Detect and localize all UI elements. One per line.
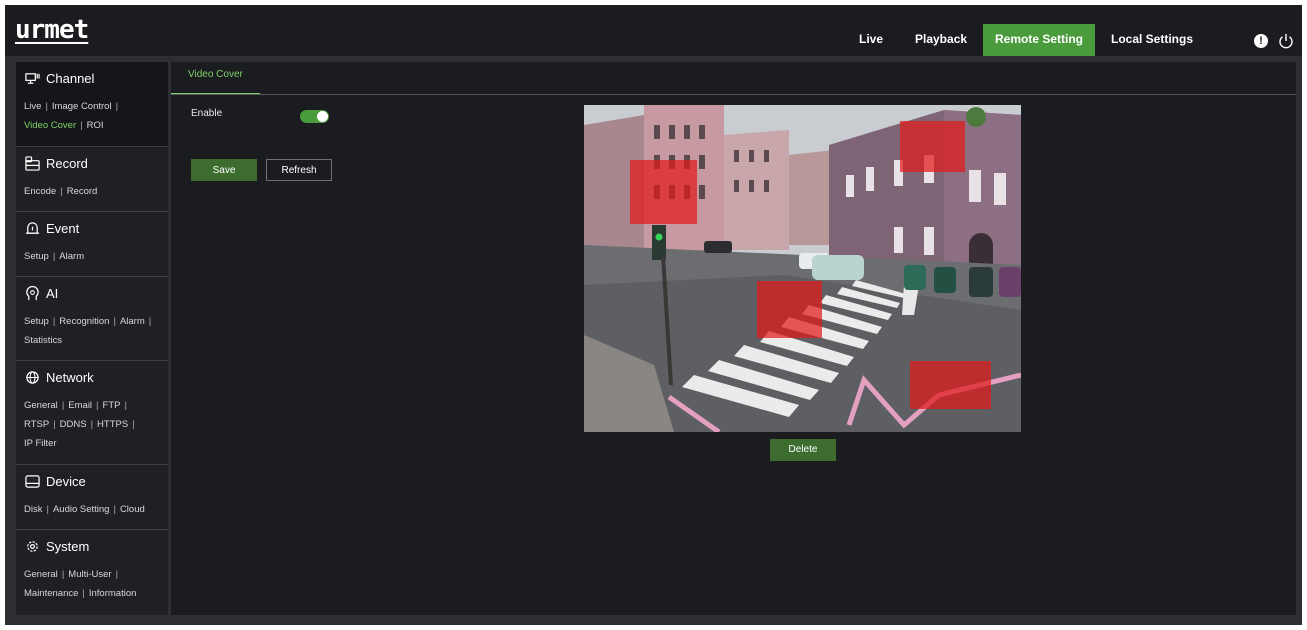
sidebar-links-device: Disk | Audio Setting | Cloud bbox=[24, 504, 145, 515]
system-gear-icon bbox=[27, 541, 38, 552]
link-net-email[interactable]: Email bbox=[68, 400, 92, 411]
link-roi[interactable]: ROI bbox=[87, 120, 104, 131]
network-globe-icon bbox=[26, 371, 39, 384]
link-ai-statistics[interactable]: Statistics bbox=[24, 335, 62, 346]
app-window: urmet Live Playback Remote Setting Local… bbox=[5, 5, 1302, 625]
link-net-general[interactable]: General bbox=[24, 400, 58, 411]
tab-video-cover[interactable]: Video Cover bbox=[171, 62, 260, 95]
nav-live[interactable]: Live bbox=[847, 24, 895, 55]
sidebar-section-channel: Channel Live | Image Control | Video Cover | R… bbox=[16, 62, 168, 147]
link-audio-setting[interactable]: Audio Setting bbox=[53, 504, 110, 515]
cover-mask-3[interactable] bbox=[757, 281, 822, 338]
sidebar-title-network: Network bbox=[46, 370, 94, 385]
nav-local-settings[interactable]: Local Settings bbox=[1099, 24, 1205, 55]
sidebar-header-channel[interactable]: Channel bbox=[25, 71, 94, 86]
sidebar-header-record[interactable]: Record bbox=[25, 156, 88, 171]
power-icon[interactable] bbox=[1278, 33, 1294, 49]
link-information[interactable]: Information bbox=[89, 588, 137, 599]
link-encode[interactable]: Encode bbox=[24, 186, 56, 197]
sidebar-title-event: Event bbox=[46, 221, 80, 236]
sidebar-section-network: Network General | Email | FTP | RTSP | DDNS | HTTP… bbox=[16, 361, 168, 465]
alarm-bell-icon bbox=[25, 222, 40, 234]
main-content: Video Cover Enable Save Refresh Delete bbox=[171, 62, 1296, 615]
info-icon[interactable]: ! bbox=[1254, 34, 1268, 48]
link-net-ddns[interactable]: DDNS bbox=[60, 419, 87, 430]
sidebar-links-record: Encode | Record bbox=[24, 186, 98, 197]
top-bar: urmet Live Playback Remote Setting Local… bbox=[5, 5, 1302, 56]
save-button[interactable]: Save bbox=[191, 159, 257, 181]
link-image-control[interactable]: Image Control bbox=[52, 101, 112, 112]
device-disk-icon bbox=[25, 475, 40, 488]
link-net-rtsp[interactable]: RTSP bbox=[24, 419, 49, 430]
sidebar-links-channel: Live | Image Control | Video Cover | ROI bbox=[24, 101, 119, 131]
cover-mask-2[interactable] bbox=[900, 121, 965, 172]
link-disk[interactable]: Disk bbox=[24, 504, 42, 515]
sidebar-links-event: Setup | Alarm bbox=[24, 251, 85, 262]
sidebar-section-device: Device Disk | Audio Setting | Cloud bbox=[16, 465, 168, 530]
top-icons: ! bbox=[1254, 33, 1294, 49]
channel-icon bbox=[25, 73, 40, 84]
link-multi-user[interactable]: Multi-User bbox=[68, 569, 111, 580]
sidebar-section-ai: AI Setup | Recognition | Alarm | Statistics bbox=[16, 277, 168, 361]
record-icon bbox=[25, 156, 40, 171]
link-event-setup[interactable]: Setup bbox=[24, 251, 49, 262]
sidebar-header-ai[interactable]: AI bbox=[25, 286, 58, 301]
link-ai-setup[interactable]: Setup bbox=[24, 316, 49, 327]
enable-toggle[interactable] bbox=[300, 110, 329, 123]
sidebar-section-event: Event Setup | Alarm bbox=[16, 212, 168, 277]
sidebar-section-record: Record Encode | Record bbox=[16, 147, 168, 212]
sidebar-title-system: System bbox=[46, 539, 90, 554]
nav-playback[interactable]: Playback bbox=[903, 24, 979, 55]
sidebar-header-system[interactable]: System bbox=[25, 539, 89, 554]
link-event-alarm[interactable]: Alarm bbox=[59, 251, 84, 262]
link-sys-general[interactable]: General bbox=[24, 569, 58, 580]
sidebar-links-ai: Setup | Recognition | Alarm | Statistics bbox=[24, 316, 152, 346]
ai-head-icon bbox=[26, 286, 39, 301]
sidebar: Channel Live | Image Control | Video Cover | R… bbox=[16, 62, 168, 615]
link-net-https[interactable]: HTTPS bbox=[97, 419, 128, 430]
tab-divider bbox=[171, 94, 1296, 95]
link-record[interactable]: Record bbox=[67, 186, 98, 197]
sidebar-section-system: System General | Multi-User | Maintenance | In… bbox=[16, 530, 168, 615]
sidebar-title-ai: AI bbox=[46, 286, 59, 301]
sidebar-header-event[interactable]: Event bbox=[25, 221, 79, 236]
link-ai-alarm[interactable]: Alarm bbox=[120, 316, 145, 327]
sidebar-header-device[interactable]: Device bbox=[25, 474, 86, 489]
sidebar-title-record: Record bbox=[46, 156, 88, 171]
link-video-cover[interactable]: Video Cover bbox=[24, 120, 76, 131]
enable-label: Enable bbox=[191, 108, 223, 119]
video-preview[interactable] bbox=[584, 105, 1021, 432]
sidebar-links-system: General | Multi-User | Maintenance | Informati… bbox=[24, 569, 137, 599]
sidebar-header-network[interactable]: Network bbox=[25, 370, 94, 385]
link-maintenance[interactable]: Maintenance bbox=[24, 588, 78, 599]
toggle-knob bbox=[317, 111, 328, 122]
link-ai-recognition[interactable]: Recognition bbox=[59, 316, 109, 327]
urmet-logo: urmet bbox=[15, 15, 89, 45]
cover-mask-4[interactable] bbox=[910, 361, 991, 409]
cover-mask-1[interactable] bbox=[630, 160, 697, 224]
sidebar-title-device: Device bbox=[46, 474, 86, 489]
link-cloud[interactable]: Cloud bbox=[120, 504, 145, 515]
link-net-ip-filter[interactable]: IP Filter bbox=[24, 438, 57, 449]
sidebar-links-network: General | Email | FTP | RTSP | DDNS | HTTPS | IP Fil… bbox=[24, 400, 135, 449]
link-net-ftp[interactable]: FTP bbox=[103, 400, 121, 411]
sidebar-title-channel: Channel bbox=[46, 71, 95, 86]
link-channel-live[interactable]: Live bbox=[24, 101, 41, 112]
delete-button[interactable]: Delete bbox=[770, 439, 836, 461]
refresh-button[interactable]: Refresh bbox=[266, 159, 332, 181]
nav-remote-setting[interactable]: Remote Setting bbox=[983, 24, 1096, 56]
